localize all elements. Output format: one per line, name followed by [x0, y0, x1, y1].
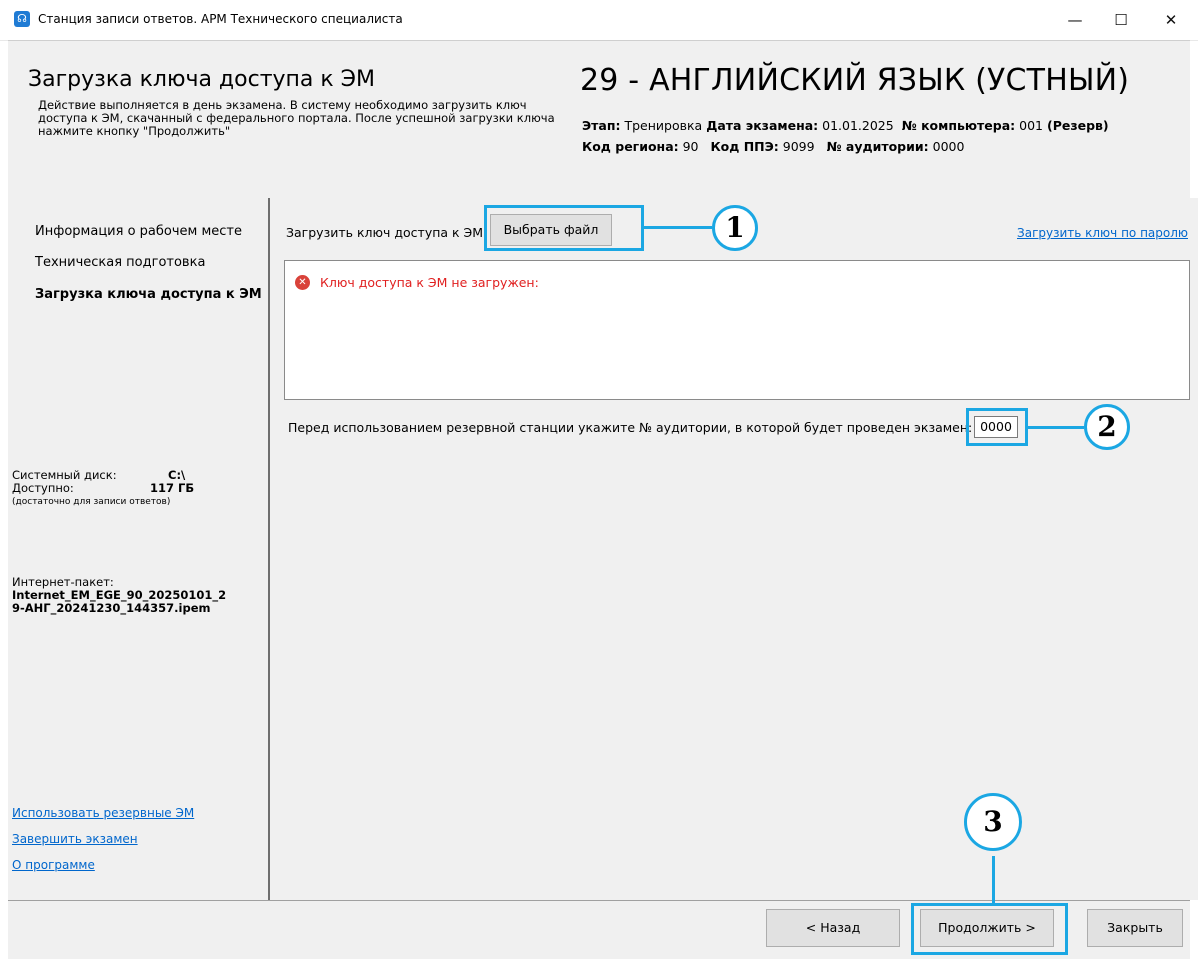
stage-value: Тренировка — [624, 118, 703, 133]
callout-1-highlight — [484, 205, 644, 251]
finish-exam-link[interactable]: Завершить экзамен — [12, 832, 138, 846]
callout-3-badge: 3 — [964, 793, 1022, 851]
load-key-by-password-link[interactable]: Загрузить ключ по паролю — [1017, 226, 1188, 240]
exam-info-line-2: Код региона: 90 Код ППЭ: 9099 № аудитори… — [582, 139, 964, 154]
region-code-label: Код региона: — [582, 139, 679, 154]
upload-key-label: Загрузить ключ доступа к ЭМ: — [286, 225, 488, 240]
callout-1-connector — [644, 226, 712, 229]
exam-date-value: 01.01.2025 — [822, 118, 894, 133]
page-title: Загрузка ключа доступа к ЭМ — [28, 67, 376, 92]
callout-2-highlight — [966, 408, 1028, 446]
computer-number-label: № компьютера: — [901, 118, 1016, 133]
callout-3-connector — [992, 856, 995, 903]
internet-package-name-2: 9-АНГ_20241230_144357.ipem — [12, 601, 211, 615]
error-icon: ✕ — [295, 275, 310, 290]
page-description: Действие выполняется в день экзамена. В … — [38, 98, 555, 138]
computer-number-value: 001 — [1019, 118, 1043, 133]
use-reserve-em-link[interactable]: Использовать резервные ЭМ — [12, 806, 194, 820]
close-window-button[interactable]: ✕ — [1148, 6, 1194, 34]
room-number-label: № аудитории: — [826, 139, 929, 154]
close-button[interactable]: Закрыть — [1087, 909, 1183, 947]
error-message: Ключ доступа к ЭМ не загружен: — [320, 275, 539, 290]
header-panel: Загрузка ключа доступа к ЭМ Действие вып… — [8, 40, 1190, 199]
minimize-button[interactable]: — — [1052, 6, 1098, 34]
window-title: Станция записи ответов. АРМ Технического… — [38, 12, 403, 26]
free-space-value: 117 ГБ — [150, 481, 195, 495]
exam-date-label: Дата экзамена: — [706, 118, 819, 133]
sidebar-item-workplace-info[interactable]: Информация о рабочем месте — [35, 224, 242, 239]
region-code-value: 90 — [682, 139, 699, 154]
room-number-value: 0000 — [932, 139, 965, 154]
app-headset-icon: ☊ — [14, 11, 30, 27]
stage-label: Этап: — [582, 118, 621, 133]
free-space-info: Доступно: 117 ГБ — [12, 482, 212, 495]
about-program-link[interactable]: О программе — [12, 858, 95, 872]
sidebar-item-technical-preparation[interactable]: Техническая подготовка — [35, 255, 205, 270]
exam-info-line-1: Этап: Тренировка Дата экзамена: 01.01.20… — [582, 118, 1109, 133]
sidebar: Информация о рабочем месте Техническая п… — [8, 198, 270, 900]
callout-3-highlight — [911, 903, 1068, 955]
title-bar: ☊ Станция записи ответов. АРМ Техническо… — [0, 0, 1198, 41]
reserve-room-prompt: Перед использованием резервной станции у… — [288, 420, 973, 435]
message-box: ✕ Ключ доступа к ЭМ не загружен: — [284, 260, 1190, 400]
system-disk-label: Системный диск: — [12, 468, 117, 482]
main-panel: Загрузить ключ доступа к ЭМ: Выбрать фай… — [270, 198, 1198, 900]
sidebar-item-key-upload[interactable]: Загрузка ключа доступа к ЭМ — [35, 287, 262, 302]
back-button[interactable]: < Назад — [766, 909, 900, 947]
maximize-button[interactable]: ☐ — [1098, 6, 1144, 34]
exam-title: 29 - АНГЛИЙСКИЙ ЯЗЫК (УСТНЫЙ) — [580, 63, 1130, 98]
free-space-note: (достаточно для записи ответов) — [12, 497, 171, 507]
callout-2-badge: 2 — [1084, 404, 1130, 450]
reserve-badge: (Резерв) — [1046, 118, 1109, 133]
callout-1-badge: 1 — [712, 205, 758, 251]
ppe-code-value: 9099 — [782, 139, 815, 154]
callout-2-connector — [1028, 426, 1084, 429]
ppe-code-label: Код ППЭ: — [710, 139, 779, 154]
free-space-label: Доступно: — [12, 481, 74, 495]
